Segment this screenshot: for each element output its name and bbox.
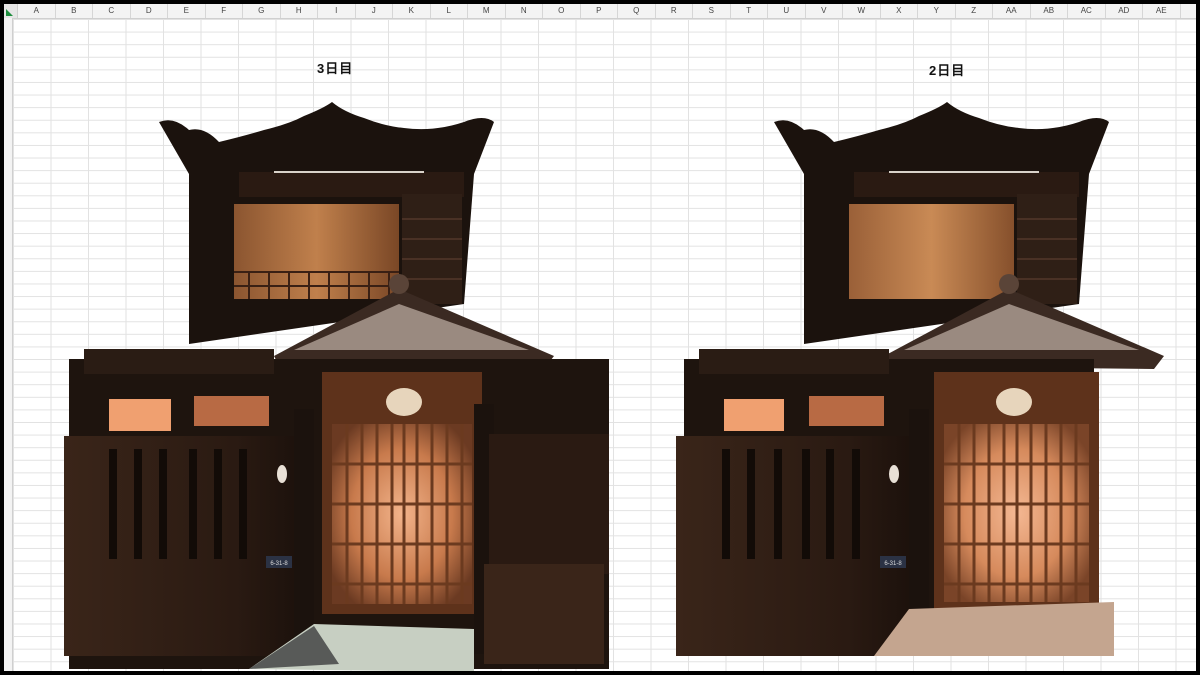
side-window-glow bbox=[724, 399, 784, 431]
house-drawing-day2[interactable]: 6-31-8 bbox=[4, 4, 1196, 671]
lantern bbox=[889, 465, 899, 483]
spreadsheet-window: A B C D E F G H I J K L M N O P Q R S T U V W X Y Z AA AB AC AD AE 3日目… bbox=[0, 0, 1200, 675]
number-plate: 6-31-8 bbox=[884, 561, 902, 567]
left-fence bbox=[676, 436, 921, 656]
ground-path bbox=[874, 602, 1114, 656]
upper-window bbox=[849, 204, 1014, 299]
